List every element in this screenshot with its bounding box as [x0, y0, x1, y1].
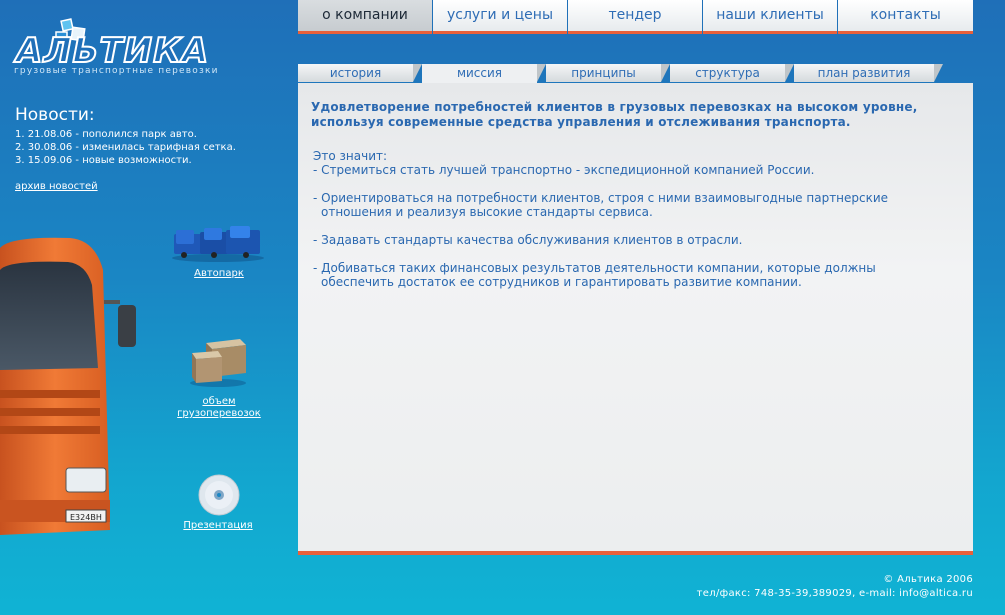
news-item: 3. 15.09.06 - новые возможности.	[15, 155, 192, 166]
logo-wordmark: АЛЬТИКА	[15, 31, 210, 71]
mission-point-4-line1: - Добиваться таких финансовых результато…	[313, 261, 876, 275]
footer-copyright: © Альтика 2006	[883, 574, 973, 585]
content-panel: Удовлетворение потребностей клиентов в г…	[298, 83, 973, 555]
mission-body: Это значит: - Стремиться стать лучшей тр…	[313, 149, 953, 303]
nav-tab-services[interactable]: услуги и цены	[433, 0, 567, 34]
mission-point-2-line1: - Ориентироваться на потребности клиенто…	[313, 191, 889, 205]
subtab-principles[interactable]: принципы	[546, 64, 670, 82]
cargo-volume-label-line2: грузоперевозок	[177, 408, 261, 419]
cargo-volume-link[interactable]: объем грузоперевозок	[170, 396, 268, 420]
presentation-link[interactable]: Презентация	[176, 520, 260, 532]
nav-tab-tender[interactable]: тендер	[568, 0, 702, 34]
cd-disc-icon	[198, 474, 240, 516]
subtab-mission[interactable]: миссия	[422, 64, 546, 84]
intro-label: Это значит:	[313, 149, 388, 163]
mission-point-1: - Стремиться стать лучшей транспортно - …	[313, 163, 815, 177]
mission-statement: Удовлетворение потребностей клиентов в г…	[311, 100, 918, 129]
mission-point-3: - Задавать стандарты качества обслуживан…	[313, 233, 743, 247]
mission-point-2-line2: отношения и реализуя высокие стандарты с…	[321, 205, 653, 219]
footer: © Альтика 2006 тел/факс: 748-35-39,38902…	[697, 573, 973, 601]
logo-tagline: грузовые транспортные перевозки	[14, 66, 219, 76]
cargo-volume-label-line1: объем	[202, 396, 236, 407]
main-nav: о компании услуги и цены тендер наши кли…	[298, 0, 973, 34]
nav-tab-about[interactable]: о компании	[298, 0, 432, 34]
cargo-boxes-icon	[190, 339, 246, 387]
fleet-link[interactable]: Автопарк	[186, 268, 252, 280]
news-item: 2. 30.08.06 - изменилась тарифная сетка.	[15, 142, 236, 153]
news-list: 1. 21.08.06 - пополился парк авто. 2. 30…	[15, 128, 236, 167]
nav-tab-contacts[interactable]: контакты	[838, 0, 973, 34]
mission-point-4-line2: обеспечить достаток ее сотрудников и гар…	[321, 275, 802, 289]
intro-text: Это значит:	[313, 149, 953, 163]
truck-plate: Е324ВН	[70, 513, 102, 522]
sub-nav: история миссия принципы структура план р…	[298, 64, 973, 84]
news-item: 1. 21.08.06 - пополился парк авто.	[15, 129, 197, 140]
truck-illustration: Е324ВН	[0, 237, 136, 535]
mission-point-2: - Ориентироваться на потребности клиенто…	[313, 191, 953, 219]
nav-tab-clients[interactable]: наши клиенты	[703, 0, 837, 34]
subtab-structure[interactable]: структура	[670, 64, 794, 82]
fleet-trucks-icon	[172, 226, 264, 262]
footer-contacts: тел/факс: 748-35-39,389029, e-mail: info…	[696, 588, 973, 599]
news-archive-link[interactable]: архив новостей	[15, 181, 98, 192]
subtab-development-plan[interactable]: план развития	[794, 64, 943, 82]
mission-point-4: - Добиваться таких финансовых результато…	[313, 261, 953, 289]
news-heading: Новости:	[15, 105, 95, 125]
site-logo[interactable]: АЛЬТИКА грузовые транспортные перевозки	[14, 18, 246, 78]
subtab-history[interactable]: история	[298, 64, 422, 82]
